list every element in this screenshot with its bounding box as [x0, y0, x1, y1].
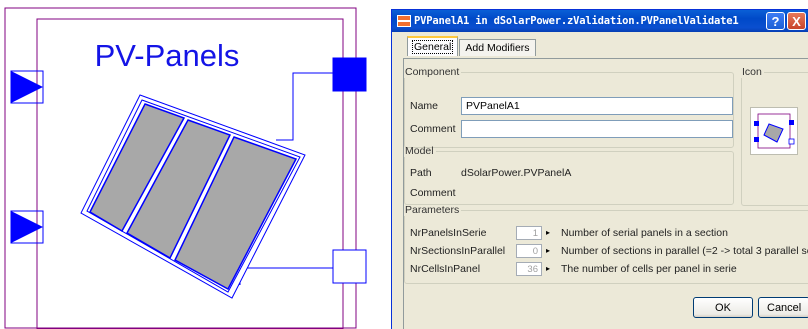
icon-title: PV-Panels — [95, 38, 240, 73]
component-dialog: PVPanelA1 in dSolarPower.zValidation.PVP… — [391, 9, 808, 329]
parameter-menu-arrow-icon[interactable]: ▸ — [546, 246, 550, 255]
name-label: Name — [410, 100, 439, 112]
dialog-title-bar[interactable]: PVPanelA1 in dSolarPower.zValidation.PVP… — [392, 10, 808, 32]
cancel-button[interactable]: Cancel — [758, 297, 808, 318]
parameter-value-input[interactable]: 1 — [516, 226, 542, 240]
path-value: dSolarPower.PVPanelA — [461, 167, 572, 179]
input-connector-bottom[interactable] — [10, 210, 44, 244]
general-tab-panel: Component Name Comment Icon Model Path d… — [403, 58, 808, 329]
tab-general-label: General — [411, 40, 454, 54]
parameters-group-legend: Parameters — [405, 204, 460, 216]
wire-negative — [239, 267, 333, 285]
output-connector-negative[interactable] — [332, 249, 367, 284]
pv-panels-diagram: PV-Panels — [4, 7, 367, 329]
tab-general[interactable]: General — [407, 36, 459, 56]
help-button[interactable]: ? — [766, 12, 785, 30]
ok-button[interactable]: OK — [693, 297, 753, 318]
parameter-description: The number of cells per panel in serie — [561, 263, 737, 275]
parameter-description: Number of serial panels in a section — [561, 227, 728, 239]
component-comment-label: Comment — [410, 123, 456, 135]
tab-add-modifiers-label: Add Modifiers — [465, 42, 530, 54]
wire-positive — [276, 72, 333, 141]
tab-bar: General Add Modifiers — [407, 36, 537, 59]
parameter-name: NrSectionsInParallel — [410, 245, 506, 257]
parameter-value-input[interactable]: 0 — [516, 244, 542, 258]
parameter-menu-arrow-icon[interactable]: ▸ — [546, 264, 550, 273]
name-input[interactable] — [461, 97, 733, 115]
parameter-name: NrPanelsInSerie — [410, 227, 487, 239]
input-connector-top[interactable] — [10, 70, 44, 104]
model-comment-label: Comment — [410, 187, 456, 199]
icon-group-legend: Icon — [742, 66, 762, 78]
tab-add-modifiers[interactable]: Add Modifiers — [459, 39, 536, 56]
comment-input[interactable] — [461, 120, 733, 138]
dialog-title: PVPanelA1 in dSolarPower.zValidation.PVP… — [414, 15, 739, 27]
parameter-menu-arrow-icon[interactable]: ▸ — [546, 228, 550, 237]
model-group-legend: Model — [405, 145, 434, 157]
output-connector-positive[interactable] — [332, 57, 367, 92]
component-group-legend: Component — [405, 66, 460, 78]
component-preview-icon — [750, 107, 798, 155]
path-label: Path — [410, 167, 432, 179]
parameter-name: NrCellsInPanel — [410, 263, 481, 275]
parameter-description: Number of sections in parallel (=2 -> to… — [561, 245, 808, 257]
close-button[interactable]: X — [787, 12, 806, 30]
pv-panels-icon: PV-Panels — [0, 0, 370, 329]
component-icon — [397, 15, 411, 27]
parameter-value-input[interactable]: 36 — [516, 262, 542, 276]
